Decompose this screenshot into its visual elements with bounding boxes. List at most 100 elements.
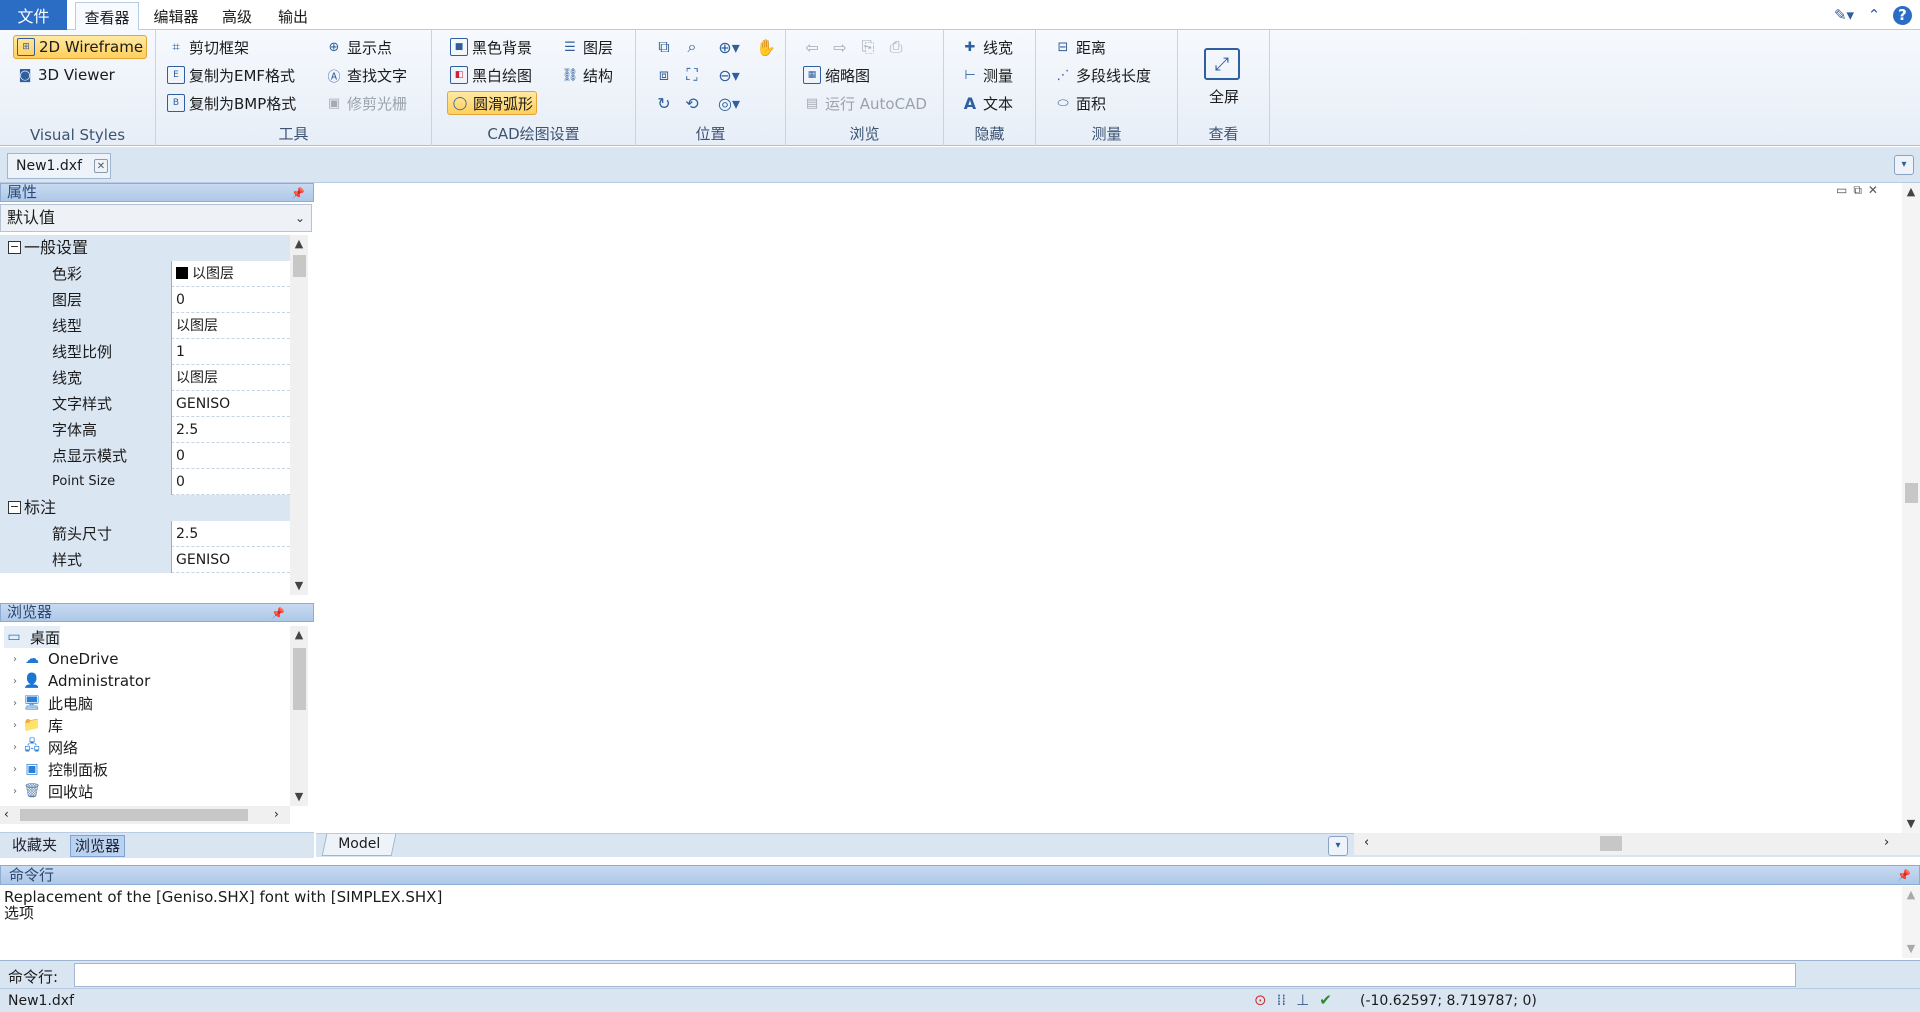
property-value[interactable]: 2.5 xyxy=(172,417,290,442)
collapse-icon[interactable]: − xyxy=(8,501,21,514)
wireframe-2d-button[interactable]: ⊞ 2D Wireframe xyxy=(13,35,148,59)
area-button[interactable]: ⬭ 面积 xyxy=(1051,91,1109,115)
show-points-button[interactable]: ⊕ 显示点 xyxy=(322,35,395,59)
property-row[interactable]: 字体高 2.5 xyxy=(0,417,290,443)
scroll-thumb[interactable] xyxy=(293,648,306,710)
checkmark-icon[interactable]: ✔ xyxy=(1319,991,1332,1009)
fullscreen-label[interactable]: 全屏 xyxy=(1178,86,1270,107)
tab-editor[interactable]: 编辑器 xyxy=(146,2,206,30)
canvas-vscrollbar[interactable]: ▲ ▼ xyxy=(1902,183,1920,833)
scroll-thumb[interactable] xyxy=(1600,836,1622,851)
command-input[interactable] xyxy=(74,963,1796,987)
grid-icon[interactable]: ⁞⁞ xyxy=(1277,991,1287,1009)
tab-output[interactable]: 输出 xyxy=(268,2,318,30)
tab-viewer[interactable]: 查看器 xyxy=(75,2,139,31)
viewer-3d-button[interactable]: ◙ 3D Viewer xyxy=(13,63,118,87)
tree-item-administrator[interactable]: › 👤 Administrator xyxy=(8,670,150,692)
distance-button[interactable]: ⊟ 距离 xyxy=(1051,35,1109,59)
scroll-left-icon[interactable]: ‹ xyxy=(4,807,9,821)
zoom-extents-icon[interactable]: ⧉ xyxy=(652,35,676,59)
ortho-icon[interactable]: ⊥ xyxy=(1296,991,1309,1009)
close-icon[interactable]: ✕ xyxy=(1868,183,1878,198)
property-value[interactable]: 以图层 xyxy=(172,313,290,338)
pin-icon[interactable]: 📌 xyxy=(271,605,285,622)
structure-button[interactable]: ⛓ 结构 xyxy=(558,63,616,87)
file-menu-button[interactable]: 文件 xyxy=(0,0,67,30)
property-row[interactable]: 文字样式 GENISO xyxy=(0,391,290,417)
property-row[interactable]: 样式 GENISO xyxy=(0,547,290,573)
property-row[interactable]: Point Size 0 xyxy=(0,469,290,495)
print-icon[interactable]: ⎙ xyxy=(884,35,908,59)
style-picker-icon[interactable]: ✎▾ xyxy=(1833,4,1855,26)
tree-hscrollbar[interactable]: ‹ › xyxy=(0,806,290,824)
tree-item-library[interactable]: › 📁 库 xyxy=(8,714,63,736)
rotate-3d-icon[interactable]: ↻ xyxy=(652,91,676,115)
property-value[interactable]: 0 xyxy=(172,469,290,494)
expand-icon[interactable]: › xyxy=(8,764,22,775)
minimize-icon[interactable]: ▭ xyxy=(1836,183,1847,198)
tab-browser[interactable]: 浏览器 xyxy=(70,835,126,857)
scroll-up-icon[interactable]: ▲ xyxy=(1902,886,1920,904)
thumbnail-button[interactable]: ▦ 缩略图 xyxy=(800,63,873,87)
expand-icon[interactable]: › xyxy=(8,742,22,753)
property-value[interactable]: 以图层 xyxy=(172,365,290,390)
expand-icon[interactable]: › xyxy=(8,676,22,687)
drawing-canvas[interactable] xyxy=(316,183,1902,833)
trim-raster-button[interactable]: ▣ 修剪光栅 xyxy=(322,91,410,115)
tree-item-desktop[interactable]: ▭ 桌面 xyxy=(4,626,61,648)
tree-item-control-panel[interactable]: › ▣ 控制面板 xyxy=(8,758,108,780)
scroll-thumb[interactable] xyxy=(1905,483,1918,503)
expand-icon[interactable]: › xyxy=(8,720,22,731)
layers-button[interactable]: ☰ 图层 xyxy=(558,35,616,59)
black-background-button[interactable]: ■ 黑色背景 xyxy=(447,35,535,59)
help-icon[interactable]: ? xyxy=(1893,5,1912,25)
dim-measure-button[interactable]: ⊢ 测量 xyxy=(958,63,1016,87)
scroll-down-icon[interactable]: ▼ xyxy=(290,788,308,806)
property-row[interactable]: 点显示模式 0 xyxy=(0,443,290,469)
scroll-up-icon[interactable]: ▲ xyxy=(290,235,308,253)
scroll-thumb[interactable] xyxy=(20,809,248,821)
property-value[interactable]: 1 xyxy=(172,339,290,364)
copy-emf-button[interactable]: E 复制为EMF格式 xyxy=(164,63,298,87)
back-arrow-icon[interactable]: ⇦ xyxy=(800,35,824,59)
expand-icon[interactable]: › xyxy=(8,698,22,709)
property-row[interactable]: 色彩 以图层 xyxy=(0,261,290,287)
scroll-down-icon[interactable]: ▼ xyxy=(290,577,308,595)
text-button[interactable]: A 文本 xyxy=(958,91,1016,115)
scroll-thumb[interactable] xyxy=(293,255,306,277)
property-value[interactable]: GENISO xyxy=(172,391,290,416)
smooth-arc-button[interactable]: ◯ 圆滑弧形 xyxy=(447,91,538,115)
command-scrollbar[interactable]: ▲ ▼ xyxy=(1902,886,1920,958)
fullscreen-icon[interactable]: ⤢ xyxy=(1204,48,1240,80)
canvas-hscrollbar[interactable]: ‹ › xyxy=(1354,833,1920,855)
property-scrollbar[interactable]: ▲ ▼ xyxy=(290,235,308,595)
scroll-right-icon[interactable]: › xyxy=(1884,835,1889,850)
property-value[interactable]: GENISO xyxy=(172,547,290,572)
collapse-ribbon-icon[interactable]: ⌃ xyxy=(1863,4,1885,26)
run-autocad-button[interactable]: ▤ 运行 AutoCAD xyxy=(800,91,930,115)
scroll-up-icon[interactable]: ▲ xyxy=(290,626,308,644)
pan-hand-icon[interactable]: ✋ xyxy=(754,35,778,59)
property-value[interactable]: 以图层 xyxy=(172,261,290,286)
category-dimension[interactable]: − 标注 xyxy=(0,495,290,521)
scroll-right-icon[interactable]: › xyxy=(274,807,279,821)
pin-icon[interactable]: 📌 xyxy=(1897,867,1911,885)
copy-bmp-button[interactable]: B 复制为BMP格式 xyxy=(164,91,299,115)
expand-icon[interactable]: › xyxy=(8,786,22,797)
orbit-icon[interactable]: ⟲ xyxy=(680,91,704,115)
view-globe-icon[interactable]: ◎▾ xyxy=(712,91,746,115)
close-icon[interactable]: ✕ xyxy=(94,159,108,173)
property-value[interactable]: 0 xyxy=(172,287,290,312)
clip-frame-button[interactable]: ⌗ 剪切框架 xyxy=(164,35,252,59)
property-value[interactable]: 0 xyxy=(172,443,290,468)
zoom-window-icon[interactable]: ⌕ xyxy=(680,35,704,59)
property-row[interactable]: 线型比例 1 xyxy=(0,339,290,365)
find-text-button[interactable]: Ⓐ 查找文字 xyxy=(322,63,410,87)
tab-favorites[interactable]: 收藏夹 xyxy=(8,835,61,857)
tab-advanced[interactable]: 高级 xyxy=(212,2,262,30)
chevron-down-icon[interactable]: ▾ xyxy=(1894,155,1914,175)
property-row[interactable]: 图层 0 xyxy=(0,287,290,313)
scroll-up-icon[interactable]: ▲ xyxy=(1902,183,1920,201)
polyline-length-button[interactable]: ⋰ 多段线长度 xyxy=(1051,63,1154,87)
zoom-fit-icon[interactable]: ⛶ xyxy=(680,63,704,87)
